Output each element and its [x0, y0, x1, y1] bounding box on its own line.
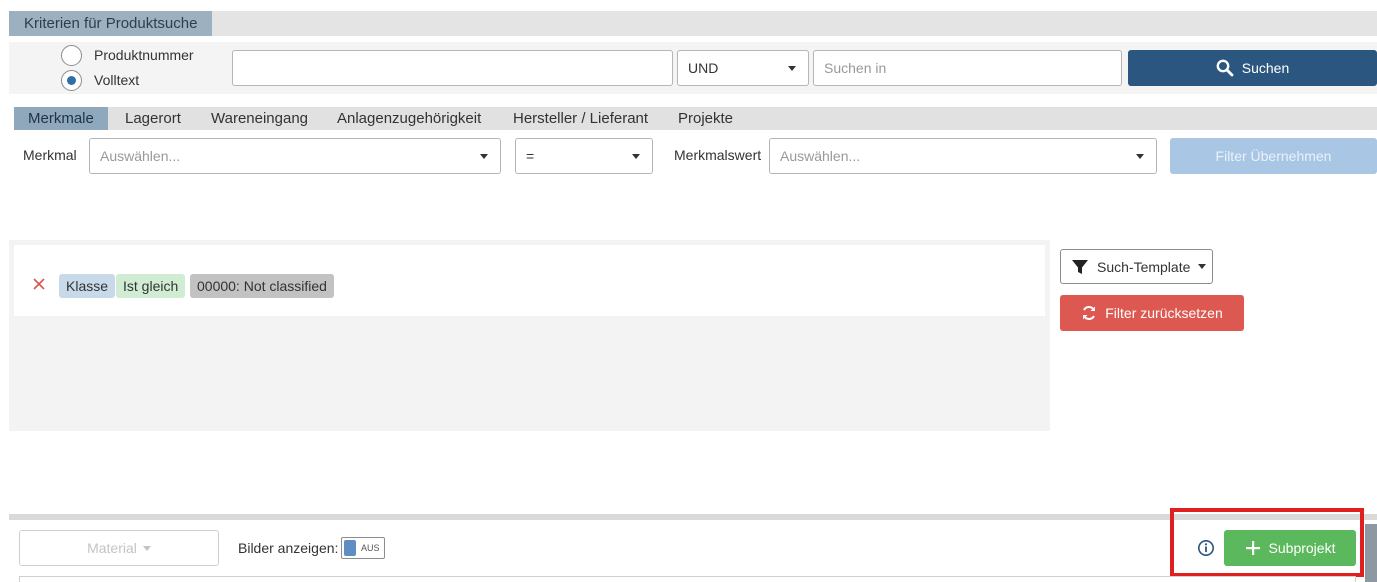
search-in-placeholder: Suchen in: [824, 60, 887, 76]
merkmal-label: Merkmal: [23, 147, 77, 163]
filter-operator-chip: Ist gleich: [116, 274, 186, 298]
search-template-dropdown[interactable]: Such-Template: [1060, 249, 1213, 284]
plus-icon: [1245, 541, 1260, 555]
toggle-state-label: AUS: [361, 543, 380, 553]
chevron-down-icon: [480, 154, 488, 159]
chevron-down-icon: [632, 154, 640, 159]
side-panel-handle[interactable]: [1365, 524, 1377, 582]
material-label: Material: [87, 540, 137, 556]
merkmalswert-label: Merkmalswert: [674, 147, 762, 163]
apply-filter-button[interactable]: Filter Übernehmen: [1170, 138, 1377, 174]
remove-filter-close-icon[interactable]: [32, 277, 46, 291]
reset-filter-label: Filter zurücksetzen: [1105, 305, 1223, 321]
info-icon[interactable]: [1197, 539, 1215, 557]
radio-volltext[interactable]: [61, 70, 82, 91]
comparator-value: =: [526, 148, 535, 164]
operator-select-value: UND: [688, 60, 719, 76]
merkmal-select[interactable]: Auswählen...: [89, 138, 501, 174]
reset-filter-button[interactable]: Filter zurücksetzen: [1060, 295, 1244, 331]
caret-down-icon: [1198, 264, 1207, 269]
results-table-top: [19, 576, 1356, 582]
add-subproject-button[interactable]: Subprojekt: [1224, 530, 1356, 566]
search-in-input[interactable]: Suchen in: [813, 50, 1122, 86]
tab-projekte[interactable]: Projekte: [664, 107, 747, 130]
filter-field-chip: Klasse: [59, 274, 116, 298]
show-images-toggle[interactable]: AUS: [341, 537, 385, 559]
search-button[interactable]: Suchen: [1128, 50, 1377, 86]
tab-wareneingang[interactable]: Wareneingang: [197, 107, 322, 130]
radio-produktnummer[interactable]: [61, 45, 82, 66]
search-button-label: Suchen: [1241, 60, 1290, 76]
tab-hersteller-lieferant[interactable]: Hersteller / Lieferant: [499, 107, 662, 130]
comparator-select[interactable]: =: [515, 138, 653, 174]
search-template-label: Such-Template: [1097, 258, 1191, 275]
tab-anlagenzugehoerigkeit[interactable]: Anlagenzugehörigkeit: [323, 107, 495, 130]
search-icon: [1216, 59, 1234, 77]
merkmal-placeholder: Auswählen...: [100, 148, 181, 164]
merkmalswert-select[interactable]: Auswählen...: [769, 138, 1157, 174]
filter-funnel-icon: [1072, 259, 1088, 274]
close-icon: [33, 278, 45, 290]
refresh-icon: [1083, 306, 1096, 320]
radio-produktnummer-label[interactable]: Produktnummer: [94, 47, 194, 63]
show-images-label: Bilder anzeigen:: [238, 540, 339, 556]
material-dropdown[interactable]: Material: [19, 530, 219, 566]
filter-value-chip: 00000: Not classified: [190, 274, 334, 298]
subproject-label: Subprojekt: [1268, 540, 1336, 556]
merkmalswert-placeholder: Auswählen...: [780, 148, 861, 164]
radio-volltext-label[interactable]: Volltext: [94, 72, 139, 88]
info-circle-icon: [1198, 540, 1214, 556]
search-query-input[interactable]: [232, 50, 673, 86]
chevron-down-icon: [1136, 154, 1144, 159]
toggle-knob: [344, 540, 356, 556]
tab-lagerort[interactable]: Lagerort: [111, 107, 195, 130]
tab-merkmale[interactable]: Merkmale: [14, 107, 108, 130]
criteria-header-title: Kriterien für Produktsuche: [9, 11, 212, 36]
chevron-down-icon: [788, 66, 796, 71]
criteria-header-bar: [9, 11, 1377, 36]
operator-select[interactable]: UND: [677, 50, 809, 86]
caret-down-icon: [142, 545, 151, 551]
apply-filter-button-label: Filter Übernehmen: [1215, 148, 1332, 164]
